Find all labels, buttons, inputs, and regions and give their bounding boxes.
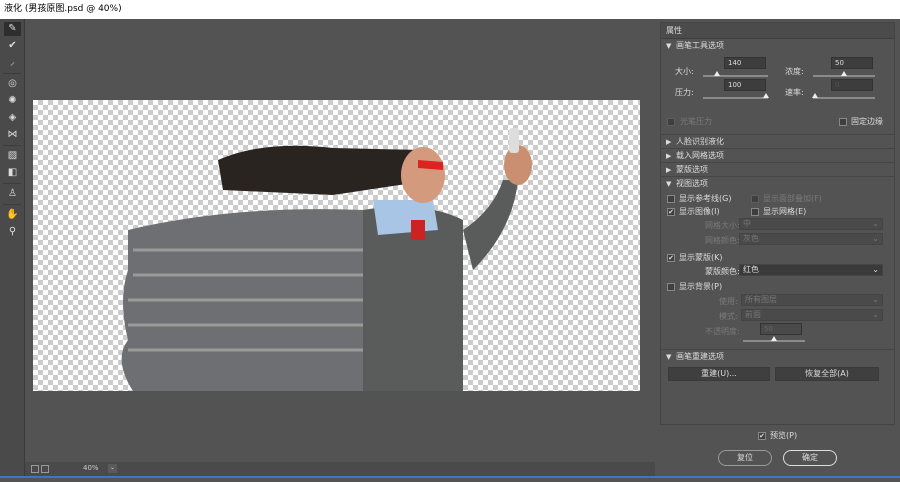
window-bottom-edge <box>0 476 900 482</box>
opacity-label: 不透明度: <box>705 327 740 336</box>
show-mesh-checkbox[interactable] <box>751 208 759 216</box>
size-label: 大小: <box>675 67 694 76</box>
mesh-color-select[interactable]: 灰色 ⌄ <box>739 233 883 245</box>
show-mask-checkbox[interactable]: ✔ <box>667 254 675 262</box>
reconstruct-button[interactable]: 重建(U)... <box>668 367 770 381</box>
section-title: 画笔重建选项 <box>676 352 724 361</box>
brush-tool-options: ▼ 画笔工具选项 大小: 140 浓度: 50 压力: 100 速率: 0 光笔压… <box>661 39 894 135</box>
section-title: 视图选项 <box>676 179 708 188</box>
zoom-in-button[interactable] <box>41 465 49 473</box>
section-title: 蒙版选项 <box>676 165 708 174</box>
section-face-aware[interactable]: ▶ 人脸识别液化 <box>661 135 894 149</box>
section-title: 人脸识别液化 <box>676 137 724 146</box>
thaw-mask-tool-icon[interactable]: ◧ <box>4 166 21 180</box>
reset-button[interactable]: 复位 <box>718 450 772 466</box>
window-title: 液化 (男孩原图.psd @ 40%) <box>0 0 900 19</box>
size-slider[interactable] <box>703 71 768 77</box>
pucker-tool-icon[interactable]: ✺ <box>4 94 21 108</box>
section-title: 载入网格选项 <box>676 151 724 160</box>
zoom-out-button[interactable] <box>31 465 39 473</box>
show-backdrop-label: 显示背景(P) <box>679 282 723 291</box>
show-image-checkbox[interactable]: ✔ <box>667 208 675 216</box>
smooth-tool-icon[interactable]: ⸝ <box>4 56 21 70</box>
push-left-tool-icon[interactable]: ⋈ <box>4 128 21 142</box>
mask-color-label: 蒙版颜色: <box>705 267 740 276</box>
ok-button[interactable]: 确定 <box>783 450 837 466</box>
rate-input[interactable]: 0 <box>831 79 873 91</box>
hand-tool-icon[interactable]: ✋ <box>4 208 21 222</box>
zoom-dropdown[interactable]: ⌄ <box>108 464 117 473</box>
section-view-options: ▼ 视图选项 显示参考线(G) 显示面部叠加(F) ✔ 显示图像(I) 显示网格(… <box>661 177 894 350</box>
opacity-input[interactable]: 50 <box>760 323 802 335</box>
panel-header: 属性 <box>661 23 894 39</box>
preview-label: 预览(P) <box>770 431 798 440</box>
preview-checkbox[interactable]: ✔ <box>758 432 766 440</box>
tool-palette: ✎ ✔ ⸝ ◎ ✺ ◈ ⋈ ▨ ◧ ♙ ✋ ⚲ <box>0 19 25 482</box>
status-bar: 40% ⌄ <box>25 462 655 476</box>
pressure-label: 压力: <box>675 88 694 97</box>
show-face-overlay-label: 显示面部叠加(F) <box>763 194 822 203</box>
restore-all-button[interactable]: 恢复全部(A) <box>775 367 879 381</box>
pin-edges-label: 固定边缘 <box>851 117 883 126</box>
liquified-photo <box>121 128 532 391</box>
properties-panel: 属性 ▼ 画笔工具选项 大小: 140 浓度: 50 压力: 100 速率: 0 … <box>660 22 895 425</box>
show-face-overlay-checkbox[interactable] <box>751 195 759 203</box>
collapse-icon[interactable]: ▼ <box>666 177 676 191</box>
use-label: 使用: <box>719 297 738 306</box>
collapse-icon[interactable]: ▼ <box>666 350 676 364</box>
show-guides-label: 显示参考线(G) <box>679 194 732 203</box>
pin-edges-checkbox[interactable] <box>839 118 847 126</box>
show-image-label: 显示图像(I) <box>679 207 720 216</box>
rate-slider[interactable] <box>812 93 875 99</box>
pressure-input[interactable]: 100 <box>724 79 766 91</box>
section-reconstruct-options: ▼ 画笔重建选项 重建(U)... 恢复全部(A) <box>661 350 894 385</box>
forward-warp-tool-icon[interactable]: ✎ <box>4 22 21 36</box>
zoom-level: 40% <box>83 464 99 472</box>
mesh-size-select[interactable]: 中 ⌄ <box>739 218 883 230</box>
use-select[interactable]: 所有图层 ⌄ <box>741 294 883 306</box>
density-slider[interactable] <box>813 71 875 77</box>
size-input[interactable]: 140 <box>724 57 766 69</box>
stylus-pressure-checkbox[interactable] <box>667 118 675 126</box>
section-load-mesh[interactable]: ▶ 载入网格选项 <box>661 149 894 163</box>
density-input[interactable]: 50 <box>831 57 873 69</box>
face-tool-icon[interactable]: ♙ <box>4 187 21 201</box>
zoom-tool-icon[interactable]: ⚲ <box>4 225 21 239</box>
twirl-tool-icon[interactable]: ◎ <box>4 77 21 91</box>
rate-label: 速率: <box>785 88 804 97</box>
mesh-color-label: 网格颜色: <box>705 236 740 245</box>
mode-label: 模式: <box>719 312 738 321</box>
show-mesh-label: 显示网格(E) <box>763 207 807 216</box>
collapse-icon[interactable]: ▼ <box>666 39 676 53</box>
bloat-tool-icon[interactable]: ◈ <box>4 111 21 125</box>
show-guides-checkbox[interactable] <box>667 195 675 203</box>
density-label: 浓度: <box>785 67 804 76</box>
pressure-slider[interactable] <box>703 93 769 99</box>
freeze-mask-tool-icon[interactable]: ▨ <box>4 149 21 163</box>
show-backdrop-checkbox[interactable] <box>667 283 675 291</box>
opacity-slider[interactable] <box>743 336 805 342</box>
section-mask-options[interactable]: ▶ 蒙版选项 <box>661 163 894 177</box>
image-canvas[interactable] <box>33 100 640 391</box>
stylus-pressure-label: 光笔压力 <box>680 117 712 126</box>
mesh-size-label: 网格大小: <box>705 221 740 230</box>
section-title: 画笔工具选项 <box>676 41 724 50</box>
reconstruct-tool-icon[interactable]: ✔ <box>4 39 21 53</box>
mask-color-select[interactable]: 红色 ⌄ <box>739 264 883 276</box>
mode-select[interactable]: 前面 ⌄ <box>741 309 883 321</box>
show-mask-label: 显示蒙版(K) <box>679 253 723 262</box>
